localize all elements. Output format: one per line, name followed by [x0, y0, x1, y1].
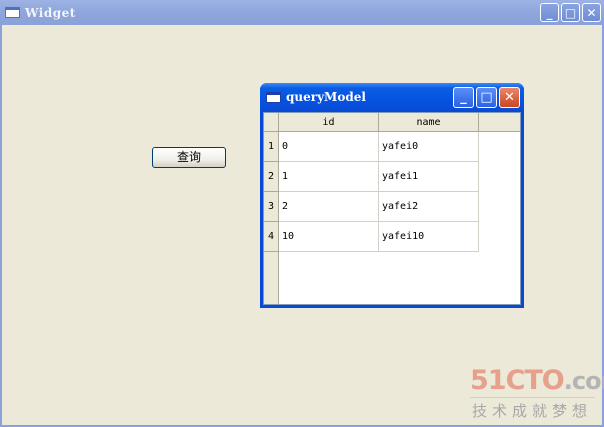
window-icon [5, 7, 20, 18]
column-header-name[interactable]: name [379, 113, 479, 132]
query-model-title-bar[interactable]: queryModel _ □ ✕ [260, 83, 524, 111]
row-header[interactable]: 4 [264, 222, 279, 252]
table-cell-name[interactable]: yafei10 [379, 222, 479, 252]
table-cell-id[interactable]: 0 [279, 132, 379, 162]
table-cell-name[interactable]: yafei1 [379, 162, 479, 192]
corner-button[interactable] [264, 113, 279, 132]
watermark-divider [470, 397, 595, 398]
watermark-logo: 51CTO.com [470, 365, 604, 396]
table-cell-id[interactable]: 2 [279, 192, 379, 222]
table-cell-name[interactable]: yafei2 [379, 192, 479, 222]
maximize-button[interactable]: □ [476, 87, 497, 108]
minimize-button[interactable]: _ [453, 87, 474, 108]
maximize-button[interactable]: □ [561, 3, 580, 22]
table-cell-name[interactable]: yafei0 [379, 132, 479, 162]
row-header-filler [264, 252, 279, 304]
window-controls: _ □ ✕ [540, 3, 601, 22]
table-cell-id[interactable]: 1 [279, 162, 379, 192]
table-header: id name [264, 113, 520, 132]
watermark-tagline: 技术成就梦想 [472, 402, 593, 420]
column-header-id[interactable]: id [279, 113, 379, 132]
table-cell-id[interactable]: 10 [279, 222, 379, 252]
query-button[interactable]: 查询 [152, 147, 226, 168]
row-header[interactable]: 1 [264, 132, 279, 162]
query-model-window: queryModel _ □ ✕ id name 1 0 yafei0 2 1 … [260, 83, 524, 308]
table-view[interactable]: id name 1 0 yafei0 2 1 yafei1 3 2 yafei2… [263, 112, 521, 305]
minimize-button[interactable]: _ [540, 3, 559, 22]
row-header[interactable]: 2 [264, 162, 279, 192]
window-title: Widget [25, 5, 76, 20]
query-model-controls: _ □ ✕ [453, 87, 520, 108]
widget-title-bar[interactable]: Widget _ □ ✕ [0, 0, 604, 25]
window-icon [266, 91, 281, 103]
row-header[interactable]: 3 [264, 192, 279, 222]
close-button[interactable]: ✕ [582, 3, 601, 22]
close-button[interactable]: ✕ [499, 87, 520, 108]
query-model-title: queryModel [286, 90, 366, 104]
